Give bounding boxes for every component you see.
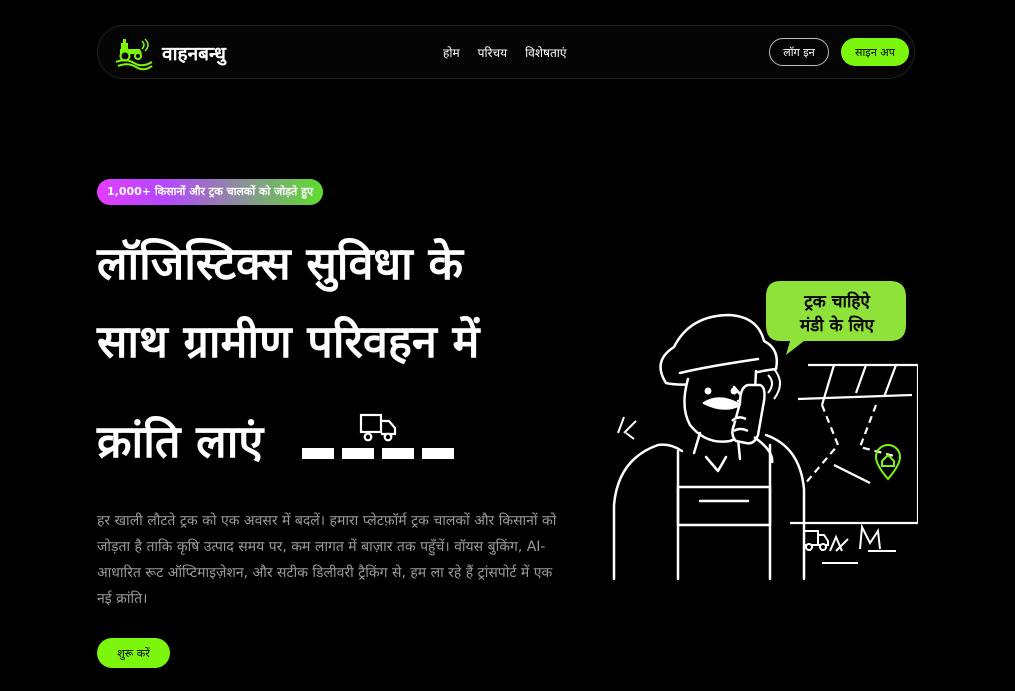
hero-title-line-1: लॉजिस्टिक्स सुविधा के [97,237,464,290]
get-started-button[interactable]: शुरू करें [97,638,170,668]
small-truck-icon [803,530,829,551]
tractor-logo-icon [115,38,153,71]
farmer-figure [612,313,806,581]
map-pin-icon [874,444,902,481]
map-graphic [790,363,918,525]
hero-title-line-2: साथ ग्रामीण परिवहन में [97,315,480,368]
hero-description: हर खाली लौटते ट्रक को एक अवसर में बदलें।… [97,513,557,607]
brand[interactable]: वाहनबन्धु [114,35,226,71]
hero-title-line-3: क्रांति लाएं [97,415,264,468]
signup-button[interactable]: साइन अप [841,38,909,66]
stats-badge: 1,000+ किसानों और ट्रक चालकों को जोड़ते … [97,179,324,205]
nav-links: होम परिचय विशेषताएं [443,44,567,61]
speech-bubble-line-1: ट्रक चाहिऐ [804,292,870,312]
road-truck-graphic [302,413,454,459]
truck-icon [359,413,397,442]
login-button[interactable]: लॉग इन [769,38,829,66]
nav-link-features[interactable]: विशेषताएं [525,44,566,61]
nav-link-about[interactable]: परिचय [478,44,507,61]
speech-bubble-text: ट्रक चाहिऐ मंडी के लिए [772,290,902,338]
top-navbar: वाहनबन्धु होम परिचय विशेषताएं लॉग इन साइ… [97,25,915,79]
nav-link-home[interactable]: होम [443,44,460,61]
brand-name: वाहनबन्धु [162,43,226,65]
speech-bubble-line-2: मंडी के लिए [800,316,874,336]
